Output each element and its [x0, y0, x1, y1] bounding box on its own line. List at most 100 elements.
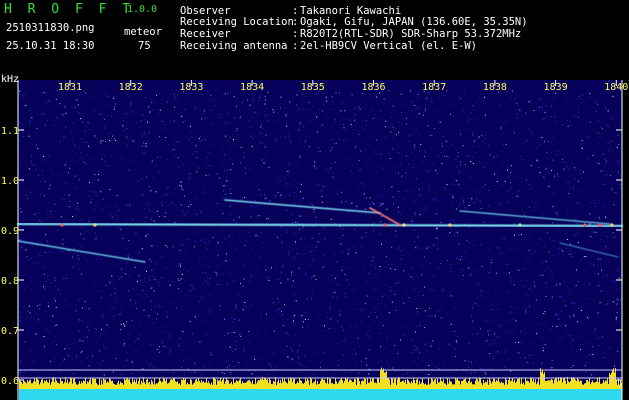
- noise-pixel: [392, 126, 394, 128]
- noise-pixel: [110, 294, 112, 295]
- noise-pixel: [152, 322, 154, 324]
- level-bar-base: [60, 389, 61, 400]
- noise-pixel: [115, 205, 117, 207]
- level-bar: [122, 383, 123, 389]
- noise-pixel: [522, 343, 524, 345]
- noise-pixel: [529, 206, 530, 208]
- noise-pixel: [137, 338, 139, 340]
- noise-pixel: [502, 144, 504, 146]
- noise-pixel: [351, 372, 353, 374]
- noise-pixel: [256, 206, 258, 208]
- noise-pixel: [321, 124, 323, 126]
- noise-pixel: [458, 258, 460, 260]
- noise-pixel: [22, 357, 24, 359]
- level-bar-base: [334, 389, 335, 400]
- noise-pixel: [280, 196, 282, 198]
- level-bar: [190, 379, 191, 389]
- noise-pixel: [442, 135, 444, 137]
- level-bar: [283, 381, 284, 389]
- level-bar-base: [74, 389, 75, 400]
- level-bar: [401, 381, 402, 389]
- noise-pixel: [148, 202, 150, 204]
- level-bar-base: [418, 389, 419, 400]
- level-bar-base: [180, 389, 181, 400]
- level-bar: [19, 379, 20, 389]
- level-bar: [453, 384, 454, 389]
- noise-pixel: [534, 285, 536, 286]
- level-bar-base: [285, 389, 286, 400]
- level-bar: [551, 379, 552, 389]
- noise-pixel: [419, 132, 421, 134]
- level-bar: [158, 381, 159, 389]
- level-bar-base: [568, 389, 569, 400]
- noise-pixel: [66, 204, 68, 206]
- level-bar: [215, 379, 216, 389]
- noise-pixel: [549, 238, 550, 240]
- noise-pixel: [59, 151, 61, 153]
- noise-pixel: [187, 205, 189, 207]
- level-bar: [85, 377, 86, 389]
- level-bar: [553, 383, 554, 389]
- noise-pixel: [236, 215, 238, 217]
- noise-pixel: [206, 161, 208, 163]
- noise-pixel: [30, 350, 32, 352]
- level-bar: [87, 381, 88, 389]
- noise-pixel: [289, 163, 290, 165]
- level-bar-base: [465, 389, 466, 400]
- noise-pixel: [97, 290, 99, 292]
- level-bar: [315, 379, 316, 389]
- level-bar-base: [326, 389, 327, 400]
- noise-pixel: [374, 321, 376, 323]
- noise-pixel: [585, 362, 587, 364]
- noise-pixel: [373, 230, 375, 232]
- noise-pixel: [571, 163, 573, 165]
- level-bar: [317, 380, 318, 389]
- noise-pixel: [359, 345, 361, 347]
- noise-pixel: [256, 146, 258, 148]
- noise-pixel: [362, 138, 364, 140]
- noise-pixel: [366, 295, 368, 297]
- level-bar-base: [434, 389, 435, 400]
- noise-pixel: [405, 292, 407, 294]
- noise-pixel: [133, 304, 135, 306]
- noise-pixel: [30, 155, 32, 157]
- noise-pixel: [336, 193, 338, 195]
- noise-pixel: [319, 314, 321, 316]
- noise-pixel: [597, 273, 599, 275]
- level-bar-base: [56, 389, 57, 400]
- noise-pixel: [442, 289, 444, 291]
- noise-pixel: [126, 128, 128, 130]
- noise-pixel: [573, 188, 575, 190]
- noise-pixel: [200, 210, 202, 212]
- level-bar-base: [419, 389, 420, 400]
- y-tick-label: 0.9: [1, 226, 19, 237]
- level-bar-base: [355, 389, 356, 400]
- noise-pixel: [278, 279, 279, 281]
- noise-pixel: [173, 193, 175, 195]
- noise-pixel: [235, 304, 237, 306]
- noise-pixel: [433, 128, 435, 129]
- level-bar-base: [297, 389, 298, 400]
- level-bar: [151, 379, 152, 389]
- level-bar-base: [20, 389, 21, 400]
- noise-pixel: [147, 234, 148, 236]
- noise-pixel: [102, 344, 104, 346]
- noise-pixel: [75, 160, 77, 162]
- level-bar-base: [108, 389, 109, 400]
- level-bar-base: [366, 389, 367, 400]
- noise-pixel: [435, 197, 437, 198]
- noise-pixel: [419, 151, 421, 153]
- noise-pixel: [606, 174, 607, 176]
- noise-pixel: [251, 304, 253, 306]
- noise-pixel: [223, 373, 225, 374]
- level-bar-base: [249, 389, 250, 400]
- noise-pixel: [335, 143, 337, 145]
- noise-pixel: [591, 374, 593, 376]
- level-bar-base: [368, 389, 369, 400]
- level-bar: [359, 381, 360, 389]
- level-bar-base: [546, 389, 547, 400]
- noise-pixel: [414, 147, 416, 149]
- level-bar-base: [552, 389, 553, 400]
- noise-pixel: [598, 201, 600, 203]
- noise-pixel: [31, 368, 33, 370]
